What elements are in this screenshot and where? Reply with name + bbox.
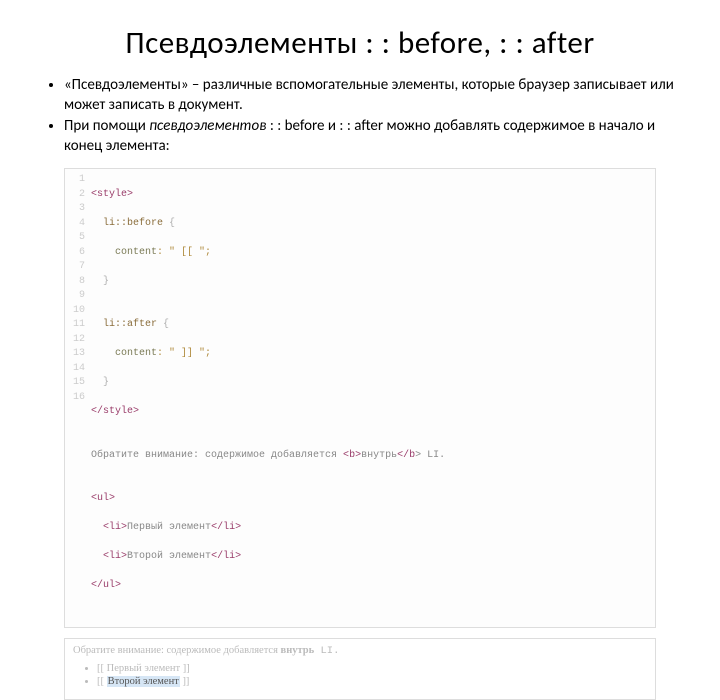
- line-number: 14: [69, 362, 85, 377]
- tok: >: [127, 189, 133, 200]
- tok: content: [91, 348, 157, 359]
- tok: : " [[ ";: [157, 247, 211, 258]
- item-text-highlight: Второй элемент: [107, 676, 180, 687]
- code-line: }: [91, 275, 445, 290]
- code-line: }: [91, 376, 445, 391]
- tok: li::before: [91, 218, 163, 229]
- code-line: content: " [[ ";: [91, 246, 445, 261]
- tok: li: [109, 551, 121, 562]
- note-bold: внутрь: [281, 645, 315, 656]
- note-text: Обратите внимание: содержимое добавляетс…: [73, 645, 281, 656]
- tok: ul: [97, 493, 109, 504]
- note-code: LI.: [314, 645, 339, 657]
- code-line: Обратите внимание: содержимое добавляетс…: [91, 449, 445, 464]
- code-line: <li>Второй элемент</li>: [91, 550, 445, 565]
- code-line: </ul>: [91, 579, 445, 594]
- line-number: 1: [69, 173, 85, 188]
- bullet-item: При помощи псевдоэлементов : : before и …: [64, 117, 682, 156]
- line-number: 5: [69, 231, 85, 246]
- tok: > LI.: [415, 450, 445, 461]
- line-number: 13: [69, 347, 85, 362]
- tok: ul: [103, 580, 115, 591]
- code-box: 1 2 3 4 5 6 7 8 9 10 11 12 13 14 15 16 <…: [64, 168, 656, 628]
- slide-title: Псевдоэлементы : : before, : : after: [38, 24, 682, 62]
- bullet-text: При помощи: [64, 117, 149, 135]
- code-line: </style>: [91, 405, 445, 420]
- output-list: [[ Первый элемент ]] [[ Второй элемент ]…: [73, 663, 647, 687]
- line-number: 4: [69, 217, 85, 232]
- code-line: <li>Первый элемент</li>: [91, 521, 445, 536]
- tok: >: [109, 493, 115, 504]
- tok: Обратите внимание: содержимое добавляетс…: [91, 450, 343, 461]
- tok: li: [223, 551, 235, 562]
- line-number: 3: [69, 202, 85, 217]
- line-number: 15: [69, 376, 85, 391]
- tok: </: [397, 450, 409, 461]
- after-text: ]]: [180, 676, 190, 687]
- output-item: [[ Первый элемент ]]: [97, 663, 647, 674]
- tok: li: [223, 522, 235, 533]
- output-note: Обратите внимание: содержимое добавляетс…: [73, 645, 647, 657]
- tok: : " ]] ";: [157, 348, 211, 359]
- code-line: li::before {: [91, 217, 445, 232]
- code-line: <ul>: [91, 492, 445, 507]
- line-number: 16: [69, 391, 85, 406]
- tok: li: [109, 522, 121, 533]
- line-number: 2: [69, 188, 85, 203]
- code-gutter: 1 2 3 4 5 6 7 8 9 10 11 12 13 14 15 16: [65, 169, 91, 627]
- tok: >: [115, 580, 121, 591]
- tok: }: [91, 276, 109, 287]
- tok: <: [91, 551, 109, 562]
- tok: </: [91, 580, 103, 591]
- bullet-item: «Псевдоэлементы» – различные вспомогател…: [64, 76, 682, 115]
- tok: style: [97, 189, 127, 200]
- tok: внутрь: [361, 450, 397, 461]
- output-item: [[ Второй элемент ]]: [97, 676, 647, 687]
- code-line: <style>: [91, 188, 445, 203]
- line-number: 11: [69, 318, 85, 333]
- tok: >: [235, 551, 241, 562]
- line-number: 8: [69, 275, 85, 290]
- tok: >: [133, 406, 139, 417]
- code-line: li::after {: [91, 318, 445, 333]
- after-text: ]]: [180, 663, 190, 674]
- tok: {: [157, 319, 169, 330]
- tok: li::after: [91, 319, 157, 330]
- tok: content: [91, 247, 157, 258]
- tok: {: [163, 218, 175, 229]
- tok: Второй элемент: [127, 551, 211, 562]
- tok: </: [211, 522, 223, 533]
- line-number: 9: [69, 289, 85, 304]
- tok: }: [91, 377, 109, 388]
- before-text: [[: [97, 676, 107, 687]
- tok: </: [211, 551, 223, 562]
- code-line: content: " ]] ";: [91, 347, 445, 362]
- item-text: Первый элемент: [107, 663, 180, 674]
- line-number: 6: [69, 246, 85, 261]
- tok: >: [235, 522, 241, 533]
- tok: </: [91, 406, 103, 417]
- bullet-list: «Псевдоэлементы» – различные вспомогател…: [38, 76, 682, 156]
- tok: style: [103, 406, 133, 417]
- code-content: <style> li::before { content: " [[ "; } …: [91, 169, 449, 627]
- line-number: 10: [69, 304, 85, 319]
- tok: Первый элемент: [127, 522, 211, 533]
- line-number: 12: [69, 333, 85, 348]
- before-text: [[: [97, 663, 107, 674]
- output-box: Обратите внимание: содержимое добавляетс…: [64, 638, 656, 700]
- line-number: 7: [69, 260, 85, 275]
- bullet-em: псевдоэлементов: [149, 117, 266, 135]
- tok: <: [91, 522, 109, 533]
